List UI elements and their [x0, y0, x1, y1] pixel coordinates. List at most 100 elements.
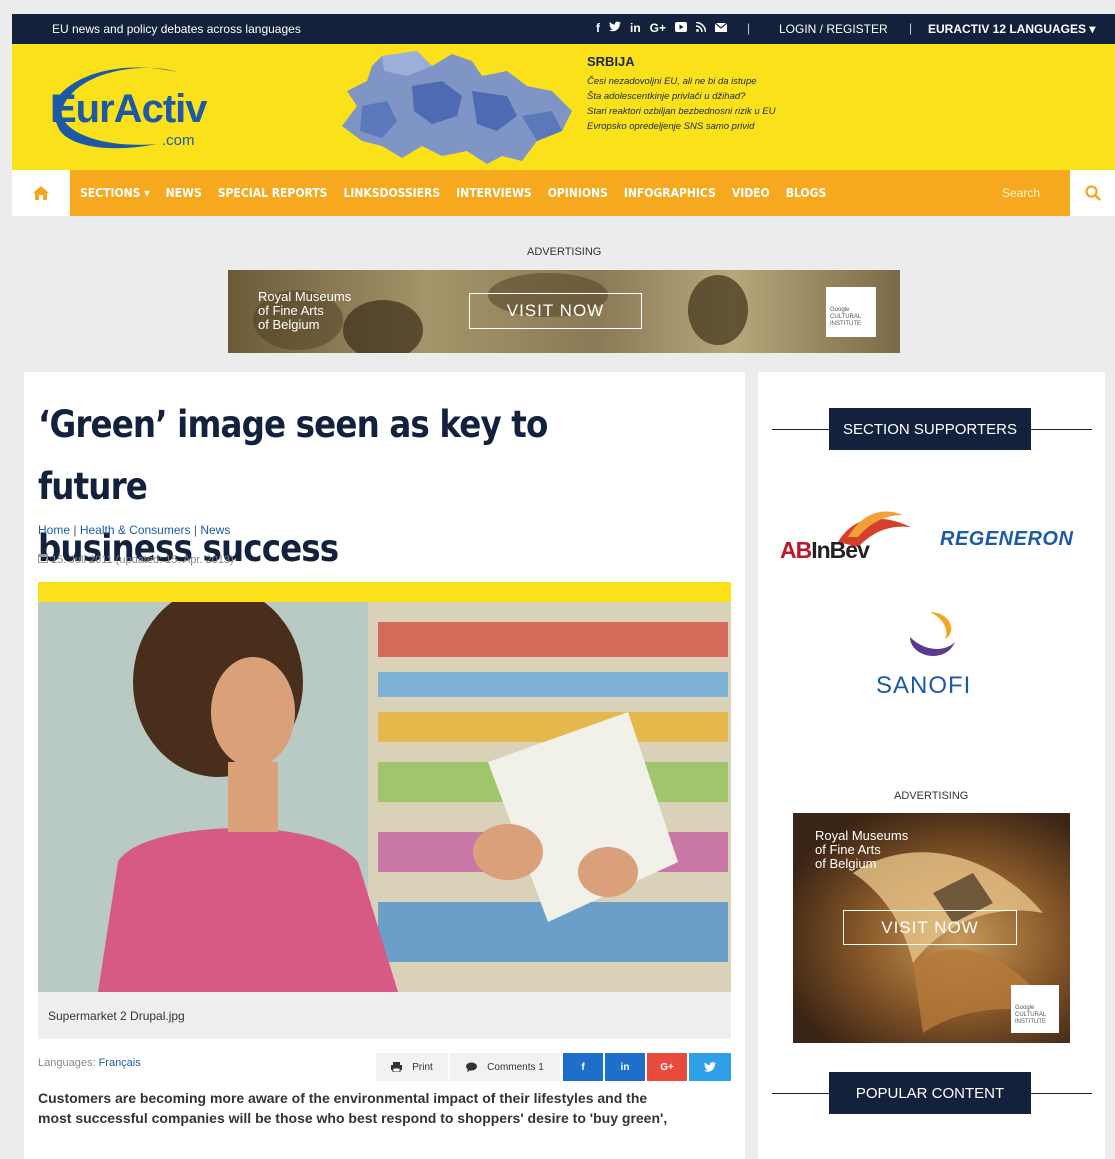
ad-text: of Belgium	[258, 317, 320, 332]
edition-title[interactable]: SRBIJA	[587, 54, 887, 69]
visit-now-button[interactable]: VISIT NOW	[843, 910, 1017, 945]
ad-text: Google	[830, 307, 850, 313]
edition-news: SRBIJA Česi nezadovoljni EU, ali ne bi d…	[587, 54, 887, 134]
breadcrumb-section[interactable]: Health & Consumers	[80, 523, 191, 537]
divider: |	[747, 21, 751, 35]
sidebar: SECTION SUPPORTERS ABInBev REGENERON SAN…	[758, 372, 1105, 1159]
print-icon	[391, 1062, 403, 1072]
site-tagline: EU news and policy debates across langua…	[52, 22, 301, 36]
edition-headline[interactable]: Evropsko opredeljenje SNS samo privid	[587, 119, 887, 134]
visit-now-button[interactable]: VISIT NOW	[469, 293, 642, 329]
nav-item-interviews[interactable]: INTERVIEWS	[456, 186, 532, 200]
sponsor-abinbev-ab: AB	[780, 537, 812, 563]
logo-text: EurActiv	[50, 87, 207, 131]
nav-item-opinions[interactable]: OPINIONS	[548, 186, 608, 200]
home-icon[interactable]	[12, 170, 70, 216]
languages-label: EURACTIV 12 LANGUAGES	[928, 22, 1087, 36]
facebook-icon[interactable]: f	[596, 21, 600, 35]
nav-item-infographics[interactable]: INFOGRAPHICS	[624, 186, 716, 200]
lead-line: Customers are becoming more aware of the…	[38, 1090, 648, 1106]
advertising-label: ADVERTISING	[527, 246, 602, 258]
europe-map	[342, 51, 572, 164]
language-link-french[interactable]: Français	[99, 1057, 141, 1069]
nav-item-linksdossiers[interactable]: LINKSDOSSIERS	[343, 186, 440, 200]
nav-item-news[interactable]: NEWS	[166, 186, 202, 200]
ad-museum-name: Royal Museums of Fine Arts of Belgium	[815, 829, 908, 871]
separator: |	[70, 523, 80, 537]
nav-item-label: SECTIONS	[80, 186, 141, 200]
logo-domain: .com	[162, 132, 195, 149]
popular-content-title: POPULAR CONTENT	[829, 1072, 1031, 1114]
nav-item-sections[interactable]: SECTIONS ▾	[80, 186, 150, 200]
sponsor-abinbev[interactable]: ABInBev	[780, 537, 870, 564]
separator: |	[190, 523, 201, 537]
date-text: 15. Juli 2011 (updated: 15. Apr. 2013)	[51, 554, 234, 566]
linkedin-icon[interactable]: in	[630, 21, 641, 35]
comments-button[interactable]: Comments 1	[450, 1053, 560, 1081]
divider	[1030, 429, 1092, 430]
caret-down-icon: ▾	[144, 186, 150, 200]
rss-icon[interactable]	[695, 21, 707, 35]
print-button[interactable]: Print	[376, 1053, 448, 1081]
social-links: f in G+	[596, 21, 728, 35]
nav-item-special-reports[interactable]: SPECIAL REPORTS	[218, 186, 328, 200]
nav-item-blogs[interactable]: BLOGS	[786, 186, 827, 200]
section-supporters-title: SECTION SUPPORTERS	[829, 408, 1031, 450]
advertising-label: ADVERTISING	[894, 790, 969, 802]
calendar-icon	[38, 554, 48, 563]
top-bar: EU news and policy debates across langua…	[12, 14, 1115, 44]
twitter-icon[interactable]	[609, 21, 621, 35]
edition-headline[interactable]: Česi nezadovoljni EU, ali ne bi da istup…	[587, 74, 887, 89]
linkedin-share-button[interactable]: in	[605, 1053, 645, 1081]
languages-dropdown[interactable]: EURACTIV 12 LANGUAGES ▾	[928, 22, 1095, 36]
google-cultural-logo: Google CULTURAL INSTITUTE	[1011, 985, 1059, 1033]
banner-ad[interactable]: Royal Museums of Fine Arts of Belgium VI…	[228, 270, 900, 353]
article-lead: Customers are becoming more aware of the…	[38, 1088, 738, 1128]
languages-label: Languages:	[38, 1057, 96, 1069]
title-line: ‘Green’ image seen as key to future	[38, 403, 548, 508]
lead-line: most successful companies will be those …	[38, 1110, 668, 1126]
sidebar-ad[interactable]: Royal Museums of Fine Arts of Belgium VI…	[793, 813, 1070, 1043]
ad-text: Royal Museums	[815, 828, 909, 843]
breadcrumb-type[interactable]: News	[200, 523, 230, 537]
ad-text: Google	[1015, 1005, 1035, 1011]
main-nav: SECTIONS ▾ NEWS SPECIAL REPORTS LINKSDOS…	[12, 170, 1115, 216]
facebook-share-button[interactable]: f	[563, 1053, 603, 1081]
nav-item-video[interactable]: VIDEO	[732, 186, 770, 200]
ad-text: INSTITUTE	[1015, 1019, 1046, 1025]
nav-items: SECTIONS ▾ NEWS SPECIAL REPORTS LINKSDOS…	[80, 186, 826, 200]
ad-text: INSTITUTE	[830, 321, 861, 327]
search-input[interactable]: Search	[1002, 186, 1040, 200]
google-plus-icon[interactable]: G+	[650, 21, 666, 35]
divider	[772, 429, 832, 430]
login-register-link[interactable]: LOGIN / REGISTER	[779, 22, 888, 36]
breadcrumb: Home | Health & Consumers | News	[38, 523, 230, 537]
shopper-image	[38, 602, 731, 992]
twitter-share-button[interactable]	[689, 1053, 731, 1081]
mail-icon[interactable]	[714, 21, 728, 35]
ad-text: CULTURAL	[1015, 1012, 1047, 1018]
sponsor-regeneron[interactable]: REGENERON	[940, 528, 1073, 551]
google-plus-share-button[interactable]: G+	[647, 1053, 687, 1081]
search-icon[interactable]	[1070, 170, 1115, 216]
youtube-icon[interactable]	[675, 21, 688, 35]
photo-caption: Supermarket 2 Drupal.jpg	[38, 992, 731, 1039]
edition-headline[interactable]: Stari reaktori ozbiljan bezbednosni rizi…	[587, 104, 887, 119]
sanofi-logo-mark	[910, 612, 955, 656]
sponsor-sanofi[interactable]: SANOFI	[876, 672, 971, 700]
breadcrumb-home[interactable]: Home	[38, 523, 70, 537]
ad-museum-name: Royal Museums of Fine Arts of Belgium	[258, 290, 351, 332]
caption-text: Supermarket 2 Drupal.jpg	[48, 1009, 185, 1023]
edition-headline[interactable]: Šta adolescentkinje privlači u džihad?	[587, 89, 887, 104]
sponsor-abinbev-inbev: InBev	[811, 537, 870, 563]
ad-text: Royal Museums	[258, 289, 352, 304]
site-header: EurActiv .com SRBIJA Česi nezadovoljni E…	[12, 44, 1115, 170]
comments-label: Comments 1	[487, 1061, 544, 1073]
article-date: 15. Juli 2011 (updated: 15. Apr. 2013)	[38, 553, 234, 566]
divider: |	[909, 21, 913, 35]
ad-text: of Belgium	[815, 856, 877, 871]
chevron-down-icon: ▾	[1089, 22, 1096, 36]
photo-top-bar	[38, 582, 731, 602]
comment-icon	[466, 1062, 478, 1072]
ad-text: of Fine Arts	[258, 303, 324, 318]
